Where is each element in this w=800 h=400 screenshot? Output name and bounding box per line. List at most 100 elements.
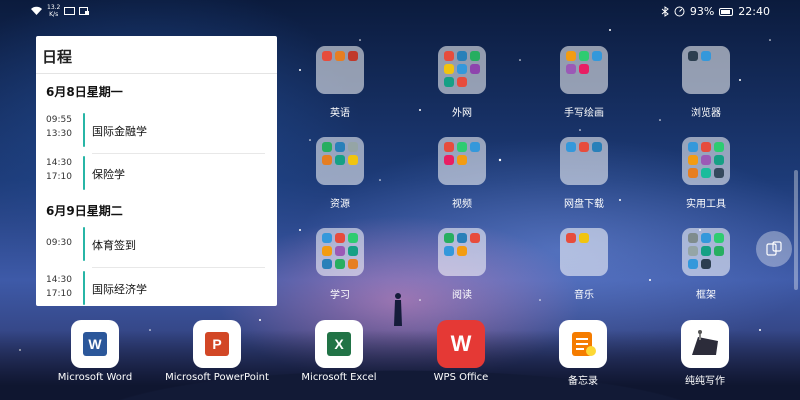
folder-icon (560, 137, 608, 185)
wps-icon: W (437, 320, 485, 368)
folder[interactable]: 浏览器 (666, 46, 746, 132)
folder-label: 浏览器 (691, 108, 721, 119)
dock-app-label: Microsoft Word (57, 372, 133, 383)
app-thumbnail-icon (457, 142, 467, 152)
app-thumbnail-icon (701, 142, 711, 152)
app-thumbnail-icon (457, 77, 467, 87)
folder[interactable]: 资源 (300, 137, 380, 223)
dock-app[interactable]: W Microsoft Word (45, 320, 145, 390)
app-thumbnail-icon (457, 64, 467, 74)
app-thumbnail-icon (688, 168, 698, 178)
dock-app[interactable]: P Microsoft PowerPoint (165, 320, 269, 390)
app-thumbnail-icon (688, 155, 698, 165)
folder[interactable]: 网盘下载 (544, 137, 624, 223)
app-thumbnail-icon (701, 168, 711, 178)
widget-title: 日程 (42, 48, 73, 66)
floating-dock-button[interactable] (756, 231, 792, 267)
event-end-time: 17:10 (46, 172, 72, 182)
dock-app[interactable]: W WPS Office (411, 320, 511, 390)
network-speed-unit: K/s (49, 11, 59, 18)
app-thumbnail-icon (592, 142, 602, 152)
app-thumbnail-icon (457, 233, 467, 243)
event-item[interactable]: 14:30 17:10 保险学 (36, 154, 277, 194)
network-speed-value: 13.2 (47, 4, 61, 11)
app-thumbnail-icon (457, 155, 467, 165)
event-item[interactable]: 09:55 13:30 国际金融学 (36, 111, 277, 154)
app-thumbnail-icon (714, 246, 724, 256)
dock-app[interactable]: X Microsoft Excel (289, 320, 389, 390)
folder-label: 框架 (696, 290, 716, 301)
app-thumbnail-icon (348, 259, 358, 269)
folder[interactable]: 阅读 (422, 228, 502, 314)
event-name: 国际经济学 (92, 283, 147, 296)
dock-app[interactable]: 纯纯写作 (655, 320, 755, 390)
app-thumbnail-icon (714, 142, 724, 152)
battery-percent: 93% (689, 5, 715, 18)
app-thumbnail-icon (701, 259, 711, 269)
folder[interactable]: 框架 (666, 228, 746, 314)
app-logo-letter: W (83, 332, 107, 356)
event-item[interactable]: 09:30 体育签到 (36, 225, 277, 268)
folder[interactable]: 音乐 (544, 228, 624, 314)
day-header: 6月8日星期一 (46, 85, 123, 99)
schedule-widget[interactable]: 日程 6月8日星期一 09:55 13:30 国际金融学 14:30 17:10… (36, 36, 277, 306)
event-name: 保险学 (92, 168, 125, 181)
app-thumbnail-icon (714, 168, 724, 178)
app-thumbnail-icon (322, 142, 332, 152)
event-start-time: 14:30 (46, 158, 72, 168)
folder[interactable]: 实用工具 (666, 137, 746, 223)
folder-icon (438, 46, 486, 94)
app-thumbnail-icon (579, 142, 589, 152)
app-thumbnail-icon (457, 246, 467, 256)
folder-icon (682, 228, 730, 276)
app-thumbnail-icon (470, 51, 480, 61)
status-left: 13.2 K/s (30, 4, 90, 18)
event-accent-bar (83, 227, 85, 261)
folder-label: 音乐 (574, 290, 594, 301)
app-thumbnail-icon (444, 142, 454, 152)
app-thumbnail-icon (592, 51, 602, 61)
person-silhouette (394, 293, 402, 326)
dock-app-label: 纯纯写作 (685, 376, 725, 387)
app-thumbnail-icon (444, 246, 454, 256)
folder-label: 实用工具 (686, 199, 726, 210)
app-thumbnail-icon (348, 233, 358, 243)
app-logo-letter: X (327, 332, 351, 356)
app-thumbnail-icon (335, 155, 345, 165)
app-thumbnail-icon (470, 233, 480, 243)
folder[interactable]: 英语 (300, 46, 380, 132)
folder[interactable]: 手写绘画 (544, 46, 624, 132)
folder[interactable]: 外网 (422, 46, 502, 132)
event-accent-bar (83, 156, 85, 190)
app-thumbnail-icon (444, 51, 454, 61)
event-end-time: 13:30 (46, 129, 72, 139)
app-thumbnail-icon (688, 233, 698, 243)
wps-logo-letter: W (450, 331, 472, 356)
dock-app[interactable]: 备忘录 (533, 320, 633, 390)
day-header: 6月9日星期二 (46, 204, 123, 218)
app-thumbnail-icon (348, 155, 358, 165)
folder[interactable]: 学习 (300, 228, 380, 314)
app-thumbnail-icon (444, 77, 454, 87)
side-edge-handle[interactable] (794, 170, 798, 290)
app-thumbnail-icon (688, 246, 698, 256)
wifi-icon (31, 6, 42, 15)
app-logo-letter: P (205, 332, 229, 356)
network-speed: 13.2 K/s (47, 4, 60, 18)
multi-window-icon (766, 241, 782, 256)
status-bar: 13.2 K/s 93% 22:40 (0, 0, 800, 24)
folder-icon (438, 137, 486, 185)
folder-label: 学习 (330, 290, 350, 301)
folder[interactable]: 视频 (422, 137, 502, 223)
app-thumbnail-icon (348, 51, 358, 61)
battery-icon (719, 7, 734, 16)
event-divider (92, 267, 265, 268)
folder-label: 资源 (330, 199, 350, 210)
app-thumbnail-icon (322, 155, 332, 165)
app-thumbnail-icon (579, 233, 589, 243)
app-thumbnail-icon (566, 64, 576, 74)
app-thumbnail-icon (348, 142, 358, 152)
event-item[interactable]: 14:30 17:10 国际经济学 (36, 269, 277, 306)
bluetooth-icon (661, 6, 669, 17)
app-thumbnail-icon (701, 155, 711, 165)
